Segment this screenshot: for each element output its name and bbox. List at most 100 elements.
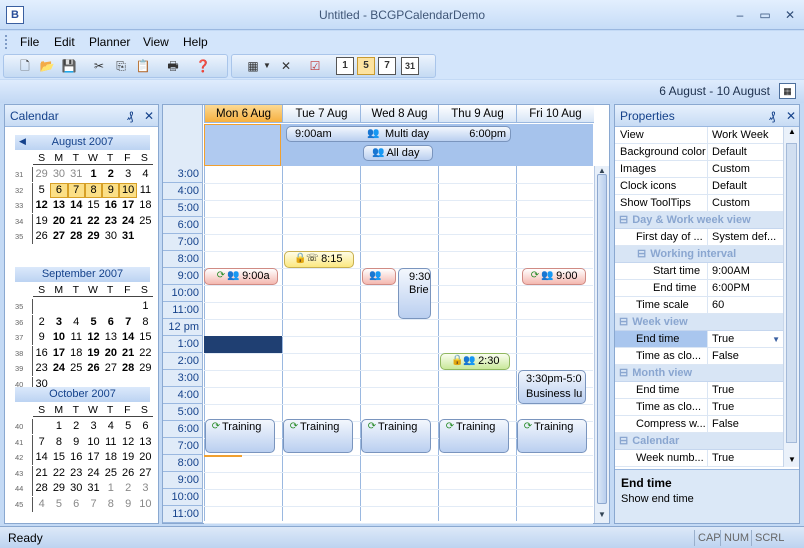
- maximize-button[interactable]: ▭: [754, 6, 776, 24]
- calendar-day[interactable]: 22: [85, 214, 102, 229]
- property-value[interactable]: System def...: [708, 229, 783, 245]
- calendar-day[interactable]: 1: [50, 419, 67, 434]
- property-row[interactable]: Show ToolTips Custom: [615, 195, 783, 212]
- calendar-day[interactable]: 14: [119, 330, 136, 345]
- property-value[interactable]: Custom: [708, 195, 783, 211]
- planner-scrollbar[interactable]: ▲ ▼: [594, 166, 609, 523]
- property-row[interactable]: Time scale 60: [615, 297, 783, 314]
- menu-view[interactable]: View: [143, 34, 169, 50]
- calendar-day[interactable]: 28: [33, 481, 50, 496]
- calendar-day[interactable]: 11: [102, 435, 119, 450]
- scroll-thumb[interactable]: [597, 174, 607, 504]
- property-row[interactable]: Background color Default: [615, 144, 783, 161]
- calendar-day[interactable]: 20: [137, 450, 154, 465]
- collapse-icon[interactable]: ⊟: [619, 214, 628, 226]
- calendar-day[interactable]: 30: [102, 229, 119, 244]
- calendar-day[interactable]: 20: [102, 346, 119, 361]
- calendar-day[interactable]: 17: [85, 450, 102, 465]
- calendar-day[interactable]: 21: [33, 466, 50, 481]
- event-all-day[interactable]: 👥 All day: [363, 145, 433, 161]
- property-value[interactable]: False: [708, 348, 783, 364]
- calendar-day[interactable]: 30: [50, 167, 67, 182]
- day-header[interactable]: Fri 10 Aug: [516, 105, 594, 123]
- paste-icon[interactable]: 📋: [134, 57, 152, 75]
- calendar-day[interactable]: 18: [137, 198, 154, 213]
- calendar-day[interactable]: 29: [137, 361, 154, 376]
- prev-month-icon[interactable]: ◀: [19, 136, 26, 147]
- calendar-day[interactable]: 22: [50, 466, 67, 481]
- calendar-day[interactable]: 15: [137, 330, 154, 345]
- calendar-day[interactable]: 7: [85, 497, 102, 512]
- week-view-icon[interactable]: 7: [378, 57, 396, 75]
- calendar-day[interactable]: 4: [33, 497, 50, 512]
- event-wed-people[interactable]: 👥: [362, 268, 396, 285]
- calendar-day[interactable]: 3: [137, 481, 154, 496]
- calendar-day[interactable]: 19: [33, 214, 50, 229]
- calendar-day[interactable]: 9: [102, 182, 120, 198]
- collapse-icon[interactable]: ⊟: [637, 248, 646, 260]
- event-fri-900[interactable]: ⟳ 👥 9:00: [522, 268, 586, 285]
- calendar-day[interactable]: 6: [137, 419, 154, 434]
- calendar-day[interactable]: 3: [50, 315, 67, 330]
- open-icon[interactable]: 📂: [38, 57, 56, 75]
- day-column[interactable]: [438, 166, 516, 521]
- scroll-down-icon[interactable]: ▼: [788, 455, 796, 464]
- event-training[interactable]: ⟳ Training: [283, 419, 353, 453]
- calendar-day[interactable]: 7: [119, 315, 136, 330]
- calendar-day[interactable]: 25: [137, 214, 154, 229]
- calendar-day[interactable]: 9: [119, 497, 136, 512]
- calendar-day[interactable]: 1: [137, 299, 154, 314]
- property-category[interactable]: ⊟ Working interval: [615, 246, 783, 263]
- calendar-day[interactable]: 23: [68, 466, 85, 481]
- calendar-day[interactable]: 31: [85, 481, 102, 496]
- calendar-day[interactable]: 17: [119, 198, 136, 213]
- day-header[interactable]: Mon 6 Aug: [204, 105, 282, 123]
- property-value[interactable]: True: [708, 382, 783, 398]
- scroll-down-icon[interactable]: ▼: [598, 510, 606, 519]
- calendar-day[interactable]: 23: [33, 361, 50, 376]
- property-value[interactable]: Work Week: [708, 127, 783, 143]
- calendar-day[interactable]: 10: [85, 435, 102, 450]
- calendar-day[interactable]: 7: [33, 435, 50, 450]
- event-fri-business-lunch[interactable]: 3:30pm-5:0 Business lu: [518, 370, 586, 404]
- calendar-day[interactable]: 16: [102, 198, 119, 213]
- collapse-icon[interactable]: ⊟: [619, 367, 628, 379]
- close-button[interactable]: ✕: [779, 6, 801, 24]
- planner-view[interactable]: Mon 6 Aug Tue 7 Aug Wed 8 Aug Thu 9 Aug Fri …: [162, 104, 610, 524]
- print-icon[interactable]: 🖶: [164, 57, 182, 75]
- save-icon[interactable]: 💾: [60, 57, 78, 75]
- calendar-day[interactable]: 13: [102, 330, 119, 345]
- menu-planner[interactable]: Planner: [89, 34, 130, 50]
- calendar-day[interactable]: 10: [50, 330, 67, 345]
- event-tue-815[interactable]: 🔒☏ 8:15: [284, 251, 354, 268]
- chevron-down-icon[interactable]: ▼: [772, 331, 780, 348]
- calendar-day[interactable]: 1: [85, 167, 102, 182]
- properties-scrollbar[interactable]: ▲ ▼: [783, 127, 799, 467]
- collapse-icon[interactable]: ⊟: [619, 435, 628, 447]
- calendar-day[interactable]: 14: [33, 450, 50, 465]
- calendar-day[interactable]: 12: [33, 198, 50, 213]
- calendar-day[interactable]: 5: [50, 497, 67, 512]
- event-training[interactable]: ⟳ Training: [517, 419, 587, 453]
- calendar-day[interactable]: 2: [68, 419, 85, 434]
- calendar-day[interactable]: 28: [68, 229, 85, 244]
- calendar-day[interactable]: 10: [137, 497, 154, 512]
- calendar-day[interactable]: 8: [50, 435, 67, 450]
- calendar-day[interactable]: 16: [68, 450, 85, 465]
- property-row[interactable]: Clock icons Default: [615, 178, 783, 195]
- calendar-day[interactable]: 2: [102, 167, 119, 182]
- event-mon-900[interactable]: ⟳ 👥 9:00a: [204, 268, 278, 285]
- help-icon[interactable]: ❓: [194, 57, 212, 75]
- calendar-day[interactable]: 2: [33, 315, 50, 330]
- property-row[interactable]: View Work Week: [615, 127, 783, 144]
- day-header[interactable]: Wed 8 Aug: [360, 105, 438, 123]
- calendar-day[interactable]: 28: [119, 361, 136, 376]
- calendar-day[interactable]: 24: [50, 361, 67, 376]
- close-icon[interactable]: ✕: [786, 105, 796, 127]
- calendar-day[interactable]: 3: [85, 419, 102, 434]
- event-training[interactable]: ⟳ Training: [439, 419, 509, 453]
- property-row[interactable]: First day of ... System def...: [615, 229, 783, 246]
- calendar-day[interactable]: 13: [50, 198, 67, 213]
- calendar-day[interactable]: 4: [102, 419, 119, 434]
- calendar-day[interactable]: 31: [68, 167, 85, 182]
